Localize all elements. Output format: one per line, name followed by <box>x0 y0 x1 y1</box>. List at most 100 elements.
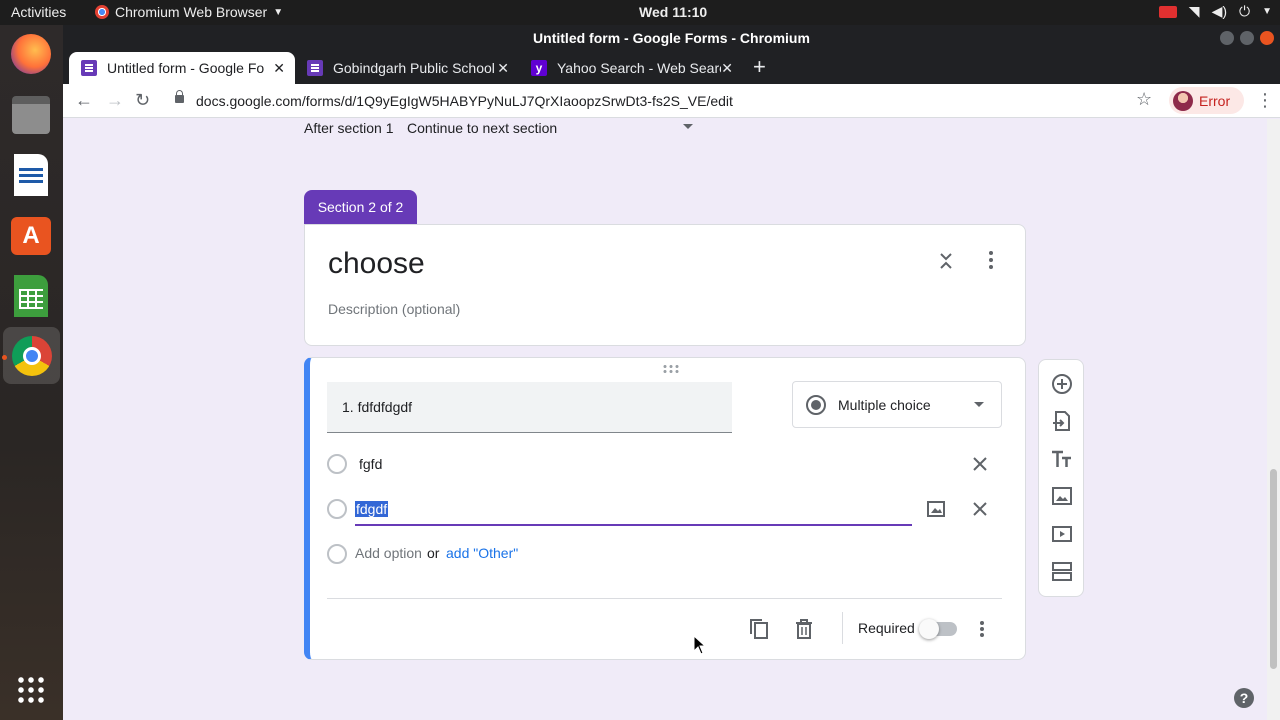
more-vert-icon[interactable] <box>977 620 987 638</box>
add-question-icon[interactable] <box>1051 373 1073 395</box>
section-badge: Section 2 of 2 <box>304 190 417 224</box>
browser-menu-icon[interactable]: ⋮ <box>1256 90 1274 111</box>
after-section-label: After section 1 <box>304 120 394 136</box>
drag-handle-icon[interactable] <box>662 364 680 374</box>
section-header-card[interactable]: choose Description (optional) <box>304 224 1026 346</box>
image-icon[interactable] <box>927 500 945 518</box>
add-video-icon[interactable] <box>1051 523 1073 545</box>
system-tray[interactable]: ◥ ◀) ⏻ ▼ <box>1158 3 1272 20</box>
yahoo-icon: y <box>531 60 547 76</box>
tab-title: Yahoo Search - Web Searc <box>557 60 721 76</box>
close-icon[interactable] <box>972 456 988 472</box>
dock-files[interactable] <box>8 92 54 138</box>
required-label: Required <box>858 620 915 636</box>
more-vert-icon[interactable] <box>985 249 997 271</box>
google-forms-icon <box>307 60 323 76</box>
power-icon: ⏻ <box>1239 3 1251 19</box>
page-scrollbar[interactable] <box>1267 119 1280 720</box>
required-toggle[interactable] <box>919 619 957 639</box>
url-text: docs.google.com/forms/d/1Q9yEgIgW5HABYPy… <box>196 93 733 109</box>
clock[interactable]: Wed 11:10 <box>639 4 707 20</box>
profile-button[interactable]: Error <box>1169 87 1244 114</box>
section-description-field[interactable]: Description (optional) <box>328 301 460 317</box>
close-icon[interactable]: ✕ <box>497 60 509 77</box>
add-other-button[interactable]: add "Other" <box>446 545 518 561</box>
close-window-icon[interactable] <box>1260 31 1274 45</box>
toggle-knob <box>919 619 939 639</box>
chevron-down-icon: ▼ <box>1262 6 1272 17</box>
app-menu[interactable]: Chromium Web Browser ▼ <box>95 4 283 20</box>
chromium-icon <box>95 5 109 19</box>
form-side-toolbar <box>1038 359 1084 597</box>
question-title-field[interactable]: 1. fdfdfdgdf <box>327 382 732 433</box>
add-title-icon[interactable] <box>1051 448 1073 470</box>
add-image-icon[interactable] <box>1051 485 1073 507</box>
help-icon[interactable]: ? <box>1234 688 1254 708</box>
scrollbar-thumb[interactable] <box>1270 469 1277 669</box>
tab-strip: Untitled form - Google Fo ✕ Gobindgarh P… <box>63 52 1280 84</box>
files-icon <box>12 96 50 134</box>
google-forms-icon <box>81 60 97 76</box>
or-label: or <box>427 545 440 561</box>
software-center-icon: A <box>11 217 51 255</box>
dock-chromium[interactable] <box>3 327 60 384</box>
mouse-cursor-icon <box>693 635 705 655</box>
dock-writer[interactable] <box>8 152 54 198</box>
chevron-down-icon[interactable] <box>683 124 693 129</box>
minimize-icon[interactable] <box>1220 31 1234 45</box>
question-card[interactable]: 1. fdfdfdgdf Multiple choice fgfd fdgdf … <box>304 357 1026 660</box>
option-text-input[interactable]: fdgdf <box>355 501 389 517</box>
chevron-down-icon: ▼ <box>273 6 284 18</box>
tab-gobindgarh[interactable]: Gobindgarh Public School ✕ <box>295 52 519 84</box>
dock-firefox[interactable] <box>8 31 54 77</box>
close-icon[interactable] <box>972 501 988 517</box>
dock-software[interactable]: A <box>8 213 54 259</box>
maximize-icon[interactable] <box>1240 31 1254 45</box>
dock-calc[interactable] <box>8 273 54 319</box>
delete-icon[interactable] <box>795 619 813 639</box>
window-title-bar: Untitled form - Google Forms - Chromium <box>63 25 1280 52</box>
active-input-underline <box>355 524 912 526</box>
running-indicator <box>2 355 7 360</box>
volume-icon: ◀) <box>1211 3 1228 19</box>
browser-toolbar: ← → ↻ docs.google.com/forms/d/1Q9yEgIgW5… <box>63 84 1280 118</box>
close-icon[interactable]: ✕ <box>273 60 285 77</box>
option-text-selection: fdgdf <box>355 501 389 517</box>
activities-button[interactable]: Activities <box>11 4 66 20</box>
firefox-icon <box>11 34 51 74</box>
back-icon[interactable]: ← <box>75 90 93 111</box>
section-title[interactable]: choose <box>328 247 425 281</box>
question-type-dropdown[interactable]: Multiple choice <box>792 381 1002 428</box>
app-grid-icon <box>16 675 46 705</box>
avatar <box>1173 90 1193 111</box>
wifi-icon: ◥ <box>1188 3 1200 19</box>
app-menu-label: Chromium Web Browser <box>115 4 268 20</box>
add-section-icon[interactable] <box>1051 560 1073 582</box>
tab-untitled-form[interactable]: Untitled form - Google Fo ✕ <box>69 52 295 84</box>
window-title: Untitled form - Google Forms - Chromium <box>533 30 810 46</box>
reload-icon[interactable]: ↻ <box>135 90 150 111</box>
option-text[interactable]: fgfd <box>359 456 382 472</box>
lock-icon <box>175 90 184 103</box>
system-top-bar: Activities Chromium Web Browser ▼ Wed 11… <box>0 0 1280 25</box>
chevron-down-icon <box>974 402 984 407</box>
screen-record-icon <box>1158 5 1177 18</box>
bookmark-star-icon[interactable]: ☆ <box>1136 89 1152 110</box>
address-bar[interactable]: docs.google.com/forms/d/1Q9yEgIgW5HABYPy… <box>166 87 1166 115</box>
tab-title: Untitled form - Google Fo <box>107 60 265 76</box>
add-option-button[interactable]: Add option <box>355 545 422 561</box>
show-applications-button[interactable] <box>8 667 54 713</box>
radio-button-icon <box>806 395 826 415</box>
forward-icon[interactable]: → <box>106 90 124 111</box>
writer-icon <box>14 154 48 196</box>
new-tab-button[interactable]: + <box>753 56 766 78</box>
import-questions-icon[interactable] <box>1051 410 1073 432</box>
footer-vertical-divider <box>842 612 843 644</box>
after-section-dropdown[interactable]: Continue to next section <box>407 120 557 136</box>
duplicate-icon[interactable] <box>749 618 769 640</box>
close-icon[interactable]: ✕ <box>721 60 733 77</box>
collapse-section-icon[interactable] <box>936 251 956 271</box>
dock: A <box>0 25 63 720</box>
tab-yahoo[interactable]: y Yahoo Search - Web Searc ✕ <box>519 52 743 84</box>
tab-title: Gobindgarh Public School <box>333 60 495 76</box>
